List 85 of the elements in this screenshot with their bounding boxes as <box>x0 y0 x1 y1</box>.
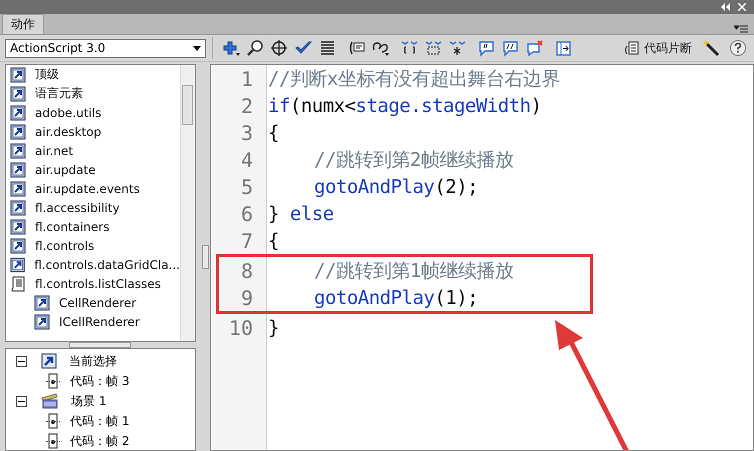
library-item[interactable]: adobe.utils <box>6 103 180 122</box>
library-item[interactable]: fl.accessibility <box>6 198 180 217</box>
line-number: 8 <box>240 258 253 282</box>
library-item[interactable]: air.update.events <box>6 179 180 198</box>
package-icon <box>10 218 26 234</box>
library-item[interactable]: fl.containers <box>6 217 180 236</box>
navigator-item[interactable]: 代码：帧 2 <box>70 432 130 450</box>
line-number: 1 <box>240 66 253 90</box>
library-item[interactable]: 顶级 <box>6 65 180 84</box>
remove-comment-icon[interactable] <box>526 40 543 56</box>
package-icon <box>34 314 50 330</box>
code-line: } else <box>268 202 334 224</box>
selection-icon <box>41 353 57 369</box>
version-dropdown[interactable]: ActionScript 3.0 <box>5 38 206 58</box>
checkmark-icon[interactable] <box>295 40 312 56</box>
search-icon[interactable] <box>247 40 264 56</box>
line-number: 9 <box>240 286 253 310</box>
library-item[interactable]: ICellRenderer <box>6 312 180 331</box>
package-icon <box>10 124 26 140</box>
class-list-icon <box>10 276 26 292</box>
code-line: //跳转到第2帧继续播放 <box>314 148 514 172</box>
magic-wand-icon[interactable] <box>702 39 720 57</box>
package-icon <box>10 256 26 272</box>
library-item[interactable]: CellRenderer <box>6 293 180 312</box>
code-line: if(numx<stage.stageWidth) <box>268 94 542 116</box>
line-number: 7 <box>240 228 253 252</box>
line-number: 5 <box>240 174 253 198</box>
crosshair-icon[interactable] <box>271 40 288 56</box>
library-item[interactable]: fl.controls <box>6 236 180 255</box>
navigator-item[interactable]: 代码：帧 3 <box>70 372 130 390</box>
text-lines-icon[interactable] <box>319 40 336 56</box>
frame-icon <box>48 373 58 389</box>
library-item[interactable]: 语言元素 <box>6 84 180 103</box>
splitter-handle[interactable] <box>69 342 131 348</box>
code-line: gotoAndPlay(1); <box>314 286 478 308</box>
code-hint-icon[interactable] <box>348 40 365 56</box>
help-icon[interactable] <box>730 40 746 56</box>
line-number: 2 <box>240 94 253 118</box>
package-icon <box>10 142 26 158</box>
collapse-braces-icon[interactable] <box>401 40 418 56</box>
code-line: { <box>268 230 279 252</box>
library-item[interactable]: air.desktop <box>6 122 180 141</box>
code-snippets-icon <box>624 40 640 56</box>
navigator-item[interactable]: 当前选择 <box>69 352 117 370</box>
comment-icon[interactable] <box>478 40 495 56</box>
package-icon <box>10 180 26 196</box>
code-line: gotoAndPlay(2); <box>314 176 478 198</box>
scrollbar[interactable] <box>180 65 195 341</box>
package-icon <box>10 86 26 102</box>
package-icon <box>10 104 26 120</box>
actions-tab[interactable]: 动作 <box>2 14 44 34</box>
collapse-toggle[interactable] <box>16 356 27 366</box>
package-icon <box>10 200 26 216</box>
close-icon[interactable] <box>738 3 746 11</box>
line-number: 6 <box>240 202 253 226</box>
line-number: 4 <box>240 148 253 172</box>
code-line: //跳转到第1帧继续播放 <box>314 258 514 284</box>
code-line: } <box>268 316 279 338</box>
code-line: //判断x坐标有没有超出舞台右边界 <box>268 66 560 92</box>
line-number: 3 <box>240 120 253 144</box>
line-comment-icon[interactable] <box>502 40 519 56</box>
splitter-handle[interactable] <box>202 244 208 268</box>
collapse-selection-icon[interactable] <box>425 40 442 56</box>
library-item[interactable]: fl.controls.listClasses <box>6 274 180 293</box>
code-line: { <box>268 122 279 144</box>
package-icon <box>10 162 26 178</box>
expand-all-icon[interactable] <box>449 40 466 56</box>
debug-icon[interactable] <box>372 40 389 56</box>
library-item[interactable]: air.update <box>6 160 180 179</box>
frame-icon <box>48 413 58 429</box>
add-icon[interactable] <box>223 40 240 56</box>
package-icon <box>10 66 26 82</box>
panel-menu-icon[interactable] <box>734 25 748 34</box>
line-number: 10 <box>228 316 253 340</box>
package-icon <box>10 238 26 254</box>
library-item[interactable]: fl.controls.dataGridCla... <box>6 255 180 274</box>
navigator-item[interactable]: 代码：帧 1 <box>70 412 130 430</box>
clapperboard-icon <box>41 393 59 409</box>
toolbox-toggle-icon[interactable] <box>555 40 572 56</box>
collapse-panel-icon[interactable] <box>720 3 730 11</box>
package-icon <box>34 294 50 310</box>
code-snippets-button[interactable]: 代码片断 <box>624 40 692 56</box>
navigator-item[interactable]: 场景 1 <box>71 392 106 410</box>
collapse-toggle[interactable] <box>16 396 27 406</box>
library-item[interactable]: air.net <box>6 141 180 160</box>
